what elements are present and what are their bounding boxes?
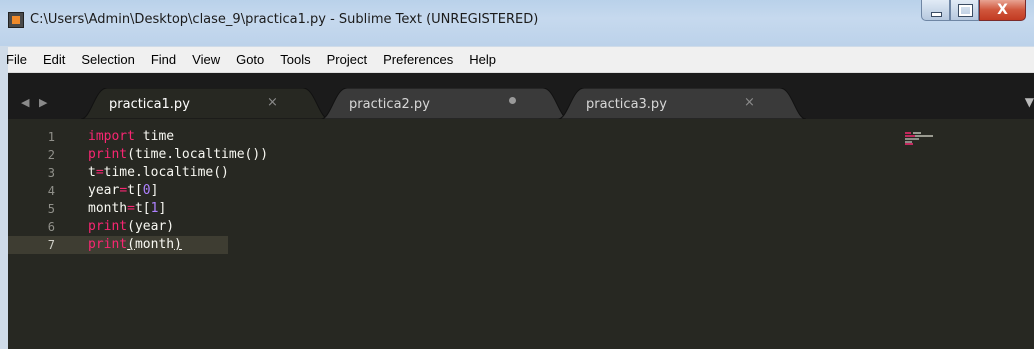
code-token: print — [88, 219, 128, 234]
tab-close-icon[interactable]: × — [267, 95, 278, 110]
maximize-button[interactable] — [950, 0, 979, 21]
code-area[interactable]: import time print(time.localtime()) t=time… — [88, 128, 268, 254]
tab-nav-arrows-icon[interactable]: ◀ ▶ — [21, 96, 50, 109]
menu-view[interactable]: View — [184, 47, 228, 72]
code-token: t[ — [127, 183, 143, 198]
menu-preferences[interactable]: Preferences — [375, 47, 461, 72]
tab-label: practica2.py — [349, 97, 430, 112]
code-token: (year) — [127, 219, 175, 234]
code-token: time.localtime() — [103, 165, 229, 180]
minimize-button[interactable] — [921, 0, 950, 21]
window-controls: X — [921, 0, 1026, 22]
code-token: year — [88, 183, 120, 198]
close-icon: X — [997, 2, 1008, 18]
menu-edit[interactable]: Edit — [35, 47, 73, 72]
title-bar[interactable]: C:\Users\Admin\Desktop\clase_9\practica1… — [0, 0, 1034, 46]
tab-label: practica3.py — [586, 97, 667, 112]
code-token: = — [95, 165, 104, 180]
tab-overflow-icon[interactable]: ▼ — [1025, 95, 1034, 109]
line-number: 2 — [47, 148, 55, 162]
tab-modified-dot-icon[interactable] — [509, 97, 516, 104]
window-title: C:\Users\Admin\Desktop\clase_9\practica1… — [30, 12, 539, 27]
menu-selection[interactable]: Selection — [73, 47, 142, 72]
code-token: print — [88, 147, 128, 162]
code-token: month — [134, 237, 175, 252]
code-token: import — [88, 129, 135, 144]
tab-bar: ◀ ▶ ▼ practica1.py × practica2.py practica3… — [8, 73, 1034, 119]
code-token: ] — [150, 183, 159, 198]
code-token: ] — [158, 201, 167, 216]
code-token: month — [88, 201, 128, 216]
tab-label: practica1.py — [109, 97, 190, 112]
line-number: 4 — [47, 184, 55, 198]
tab-practica1-py[interactable]: practica1.py × — [81, 88, 329, 119]
code-line[interactable]: print(month) — [88, 236, 268, 254]
tab-practica2-py[interactable]: practica2.py — [321, 88, 569, 119]
code-token: = — [119, 183, 128, 198]
maximize-icon — [958, 4, 973, 17]
close-button[interactable]: X — [979, 0, 1026, 21]
menu-tools[interactable]: Tools — [272, 47, 318, 72]
code-token: ) — [174, 237, 182, 252]
code-line[interactable]: year=t[0] — [88, 182, 268, 200]
code-line[interactable]: import time — [88, 128, 268, 146]
code-token: ( — [127, 237, 135, 252]
line-number: 5 — [47, 202, 55, 216]
line-number: 7 — [47, 238, 55, 252]
code-line[interactable]: month=t[1] — [88, 200, 268, 218]
menu-goto[interactable]: Goto — [228, 47, 272, 72]
minimize-icon — [931, 12, 942, 17]
code-token: = — [127, 201, 135, 216]
minimap[interactable] — [903, 130, 943, 146]
code-token: t — [88, 165, 96, 180]
line-number: 1 — [47, 130, 55, 144]
code-token: (time.localtime()) — [127, 147, 269, 162]
line-number: 6 — [47, 220, 55, 234]
code-line[interactable]: print(year) — [88, 218, 268, 236]
code-token: t[ — [134, 201, 151, 216]
sublime-app-icon — [8, 12, 24, 28]
menu-bar: File Edit Selection Find View Goto Tools Projec… — [6, 47, 1034, 73]
code-line[interactable]: print(time.localtime()) — [88, 146, 268, 164]
line-number: 3 — [47, 166, 55, 180]
menu-file[interactable]: File — [0, 47, 35, 72]
line-number-gutter: 1 2 3 4 5 6 7 — [8, 128, 68, 254]
editor[interactable]: 1234567 import time print(time.localtime(… — [8, 119, 1034, 349]
menu-find[interactable]: Find — [143, 47, 184, 72]
code-token: print — [88, 237, 128, 252]
tab-practica3-py[interactable]: practica3.py × — [558, 88, 806, 119]
code-line[interactable]: t=time.localtime() — [88, 164, 268, 182]
menu-help[interactable]: Help — [461, 47, 504, 72]
menu-project[interactable]: Project — [319, 47, 375, 72]
code-token: 0 — [142, 183, 151, 198]
tab-close-icon[interactable]: × — [744, 95, 755, 110]
code-token: time — [134, 129, 175, 144]
